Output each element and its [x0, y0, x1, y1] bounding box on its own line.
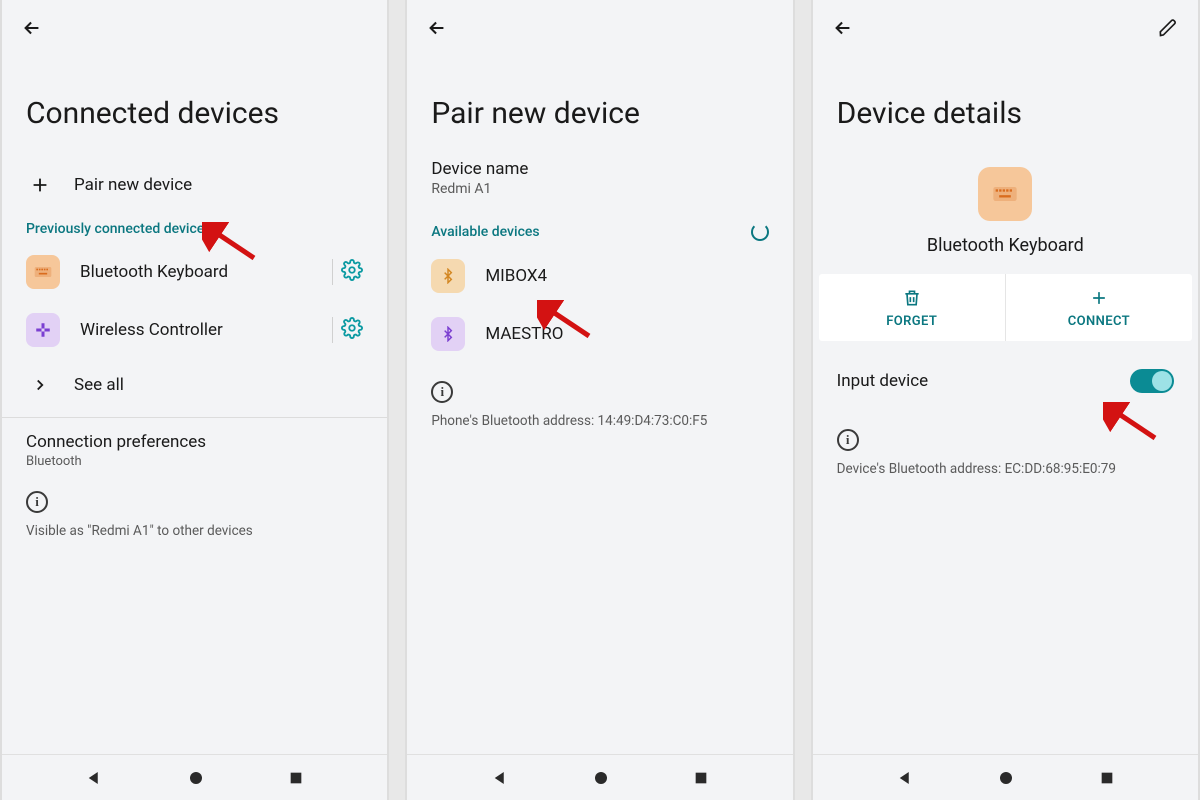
square-recents-icon [693, 770, 709, 786]
device-name-label: Wireless Controller [80, 320, 312, 340]
trash-icon [902, 288, 922, 308]
edit-button[interactable] [1154, 14, 1182, 42]
nav-recents-button[interactable] [288, 770, 304, 786]
nav-back-button[interactable] [85, 769, 103, 787]
arrow-back-icon [832, 17, 854, 39]
pencil-icon [1158, 18, 1178, 38]
system-nav-bar [2, 754, 387, 800]
triangle-back-icon [491, 769, 509, 787]
triangle-back-icon [896, 769, 914, 787]
nav-home-button[interactable] [997, 769, 1015, 787]
connect-button[interactable]: CONNECT [1006, 274, 1192, 341]
info-icon: i [431, 381, 453, 403]
nav-back-button[interactable] [896, 769, 914, 787]
bt-address-note: Phone's Bluetooth address: 14:49:D4:73:C… [407, 407, 792, 429]
nav-back-button[interactable] [491, 769, 509, 787]
info-row: i [813, 401, 1198, 455]
see-all-label: See all [74, 375, 363, 395]
connect-label: CONNECT [1068, 314, 1130, 329]
circle-home-icon [592, 769, 610, 787]
connection-preferences-row[interactable]: Connection preferences Bluetooth [2, 418, 387, 473]
action-bar: FORGET CONNECT [819, 274, 1192, 341]
arrow-back-icon [21, 17, 43, 39]
available-devices-header-row: Available devices [407, 213, 792, 247]
system-nav-bar [813, 754, 1198, 800]
device-settings-button[interactable] [341, 259, 363, 285]
page-title: Pair new device [407, 56, 792, 159]
loading-spinner-icon [751, 223, 769, 241]
plus-icon [26, 171, 54, 199]
info-row: i [407, 363, 792, 407]
device-settings-button[interactable] [341, 317, 363, 343]
available-device-maestro[interactable]: MAESTRO [407, 305, 792, 363]
device-row-wireless-controller[interactable]: Wireless Controller [2, 301, 387, 359]
app-bar [2, 0, 387, 56]
input-device-toggle[interactable] [1130, 369, 1174, 393]
arrow-back-icon [426, 17, 448, 39]
screen-connected-devices: Connected devices Pair new device Previo… [0, 0, 389, 800]
available-device-mibox4[interactable]: MIBOX4 [407, 247, 792, 305]
nav-home-button[interactable] [592, 769, 610, 787]
info-icon: i [26, 491, 48, 513]
device-name-label: MIBOX4 [485, 266, 768, 286]
previously-connected-header: Previously connected devices [2, 211, 387, 243]
available-devices-header: Available devices [431, 224, 750, 240]
pair-new-device-label: Pair new device [74, 175, 363, 195]
forget-button[interactable]: FORGET [819, 274, 1005, 341]
circle-home-icon [997, 769, 1015, 787]
device-hero: Bluetooth Keyboard [813, 159, 1198, 274]
screen-device-details: Device details Bluetooth Keyboard FORGET… [811, 0, 1200, 800]
screen-pair-new-device: Pair new device Device name Redmi A1 Ava… [405, 0, 794, 800]
device-name: Bluetooth Keyboard [927, 235, 1084, 256]
page-title: Device details [813, 56, 1198, 159]
nav-recents-button[interactable] [1099, 770, 1115, 786]
square-recents-icon [288, 770, 304, 786]
back-button[interactable] [423, 14, 451, 42]
divider [332, 317, 333, 343]
circle-home-icon [187, 769, 205, 787]
bluetooth-icon [431, 317, 465, 351]
connection-preferences-title: Connection preferences [26, 432, 363, 452]
square-recents-icon [1099, 770, 1115, 786]
visibility-note: Visible as "Redmi A1" to other devices [2, 517, 387, 539]
bluetooth-icon [431, 259, 465, 293]
divider [332, 259, 333, 285]
chevron-right-icon [26, 371, 54, 399]
gear-icon [341, 259, 363, 281]
forget-label: FORGET [886, 314, 937, 329]
gear-icon [341, 317, 363, 339]
device-row-bluetooth-keyboard[interactable]: Bluetooth Keyboard [2, 243, 387, 301]
see-all-row[interactable]: See all [2, 359, 387, 411]
input-device-label: Input device [837, 371, 1130, 391]
nav-recents-button[interactable] [693, 770, 709, 786]
page-title: Connected devices [2, 56, 387, 159]
pair-new-device-row[interactable]: Pair new device [2, 159, 387, 211]
connection-preferences-subtitle: Bluetooth [26, 454, 363, 469]
bt-address-note: Device's Bluetooth address: EC:DD:68:95:… [813, 455, 1198, 477]
app-bar [407, 0, 792, 56]
device-name-value: Redmi A1 [407, 179, 792, 213]
back-button[interactable] [829, 14, 857, 42]
plus-icon [1089, 288, 1109, 308]
info-row: i [2, 473, 387, 517]
info-icon: i [837, 429, 859, 451]
device-name-label: Device name [407, 159, 792, 179]
back-button[interactable] [18, 14, 46, 42]
app-bar [813, 0, 1198, 56]
system-nav-bar [407, 754, 792, 800]
keyboard-icon [26, 255, 60, 289]
device-name-label: Bluetooth Keyboard [80, 262, 312, 282]
device-name-label: MAESTRO [485, 324, 768, 344]
nav-home-button[interactable] [187, 769, 205, 787]
gamepad-icon [26, 313, 60, 347]
triangle-back-icon [85, 769, 103, 787]
input-device-row: Input device [813, 341, 1198, 401]
keyboard-icon [978, 167, 1032, 221]
